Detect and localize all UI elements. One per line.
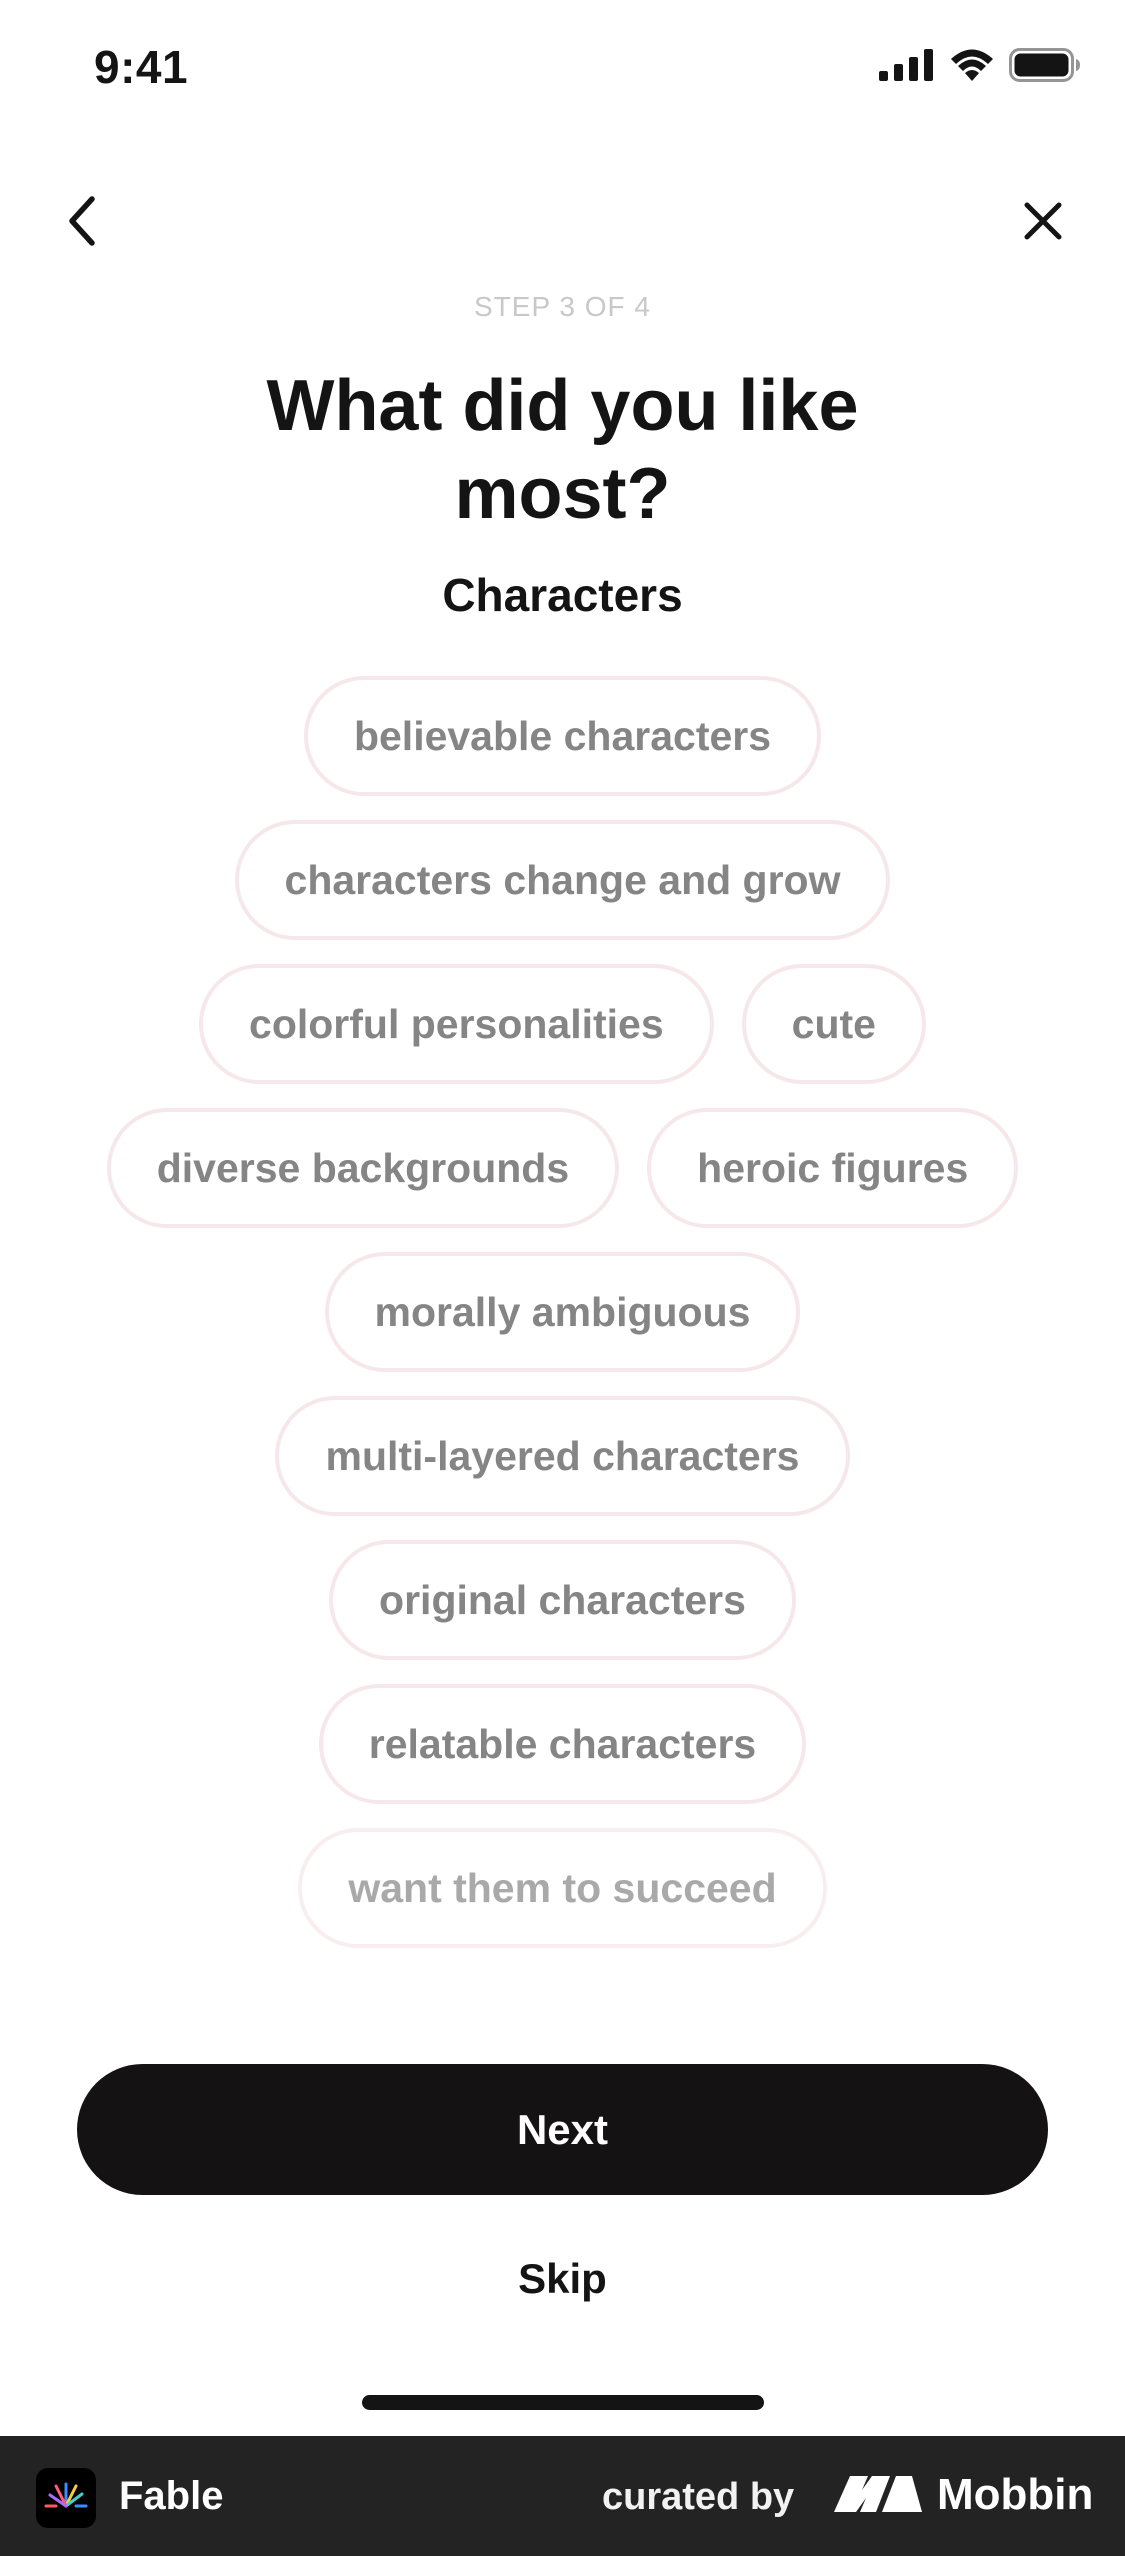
chip-row: diverse backgrounds heroic figures — [106, 1108, 1019, 1228]
status-bar: 9:41 — [0, 0, 1125, 140]
tag-chip-characters-change-and-grow[interactable]: characters change and grow — [234, 820, 891, 940]
wifi-icon — [949, 48, 995, 82]
tag-chip-heroic-figures[interactable]: heroic figures — [647, 1108, 1019, 1228]
chip-row: characters change and grow — [234, 820, 891, 940]
tag-chip-colorful-personalities[interactable]: colorful personalities — [199, 964, 714, 1084]
back-button[interactable] — [46, 185, 118, 257]
tag-chip-multi-layered-characters[interactable]: multi-layered characters — [275, 1396, 850, 1516]
home-indicator — [362, 2395, 764, 2410]
chip-row: relatable characters — [318, 1684, 807, 1804]
tag-chip-cute[interactable]: cute — [741, 964, 926, 1084]
chevron-left-icon — [62, 193, 102, 249]
chip-row: believable characters — [303, 676, 822, 796]
app-logo-icon — [36, 2468, 96, 2528]
step-indicator: STEP 3 OF 4 — [474, 291, 651, 322]
tag-chip-believable-characters[interactable]: believable characters — [303, 676, 822, 796]
tag-chip-original-characters[interactable]: original characters — [329, 1540, 796, 1660]
curated-by-label: curated by — [602, 2476, 795, 2518]
next-button[interactable]: Next — [77, 2064, 1048, 2195]
signal-icon — [879, 49, 935, 81]
category-heading: Characters — [442, 569, 683, 621]
chip-row: want them to succeed — [298, 1828, 827, 1948]
tag-chip-list: believable characters characters change … — [60, 676, 1065, 1948]
tag-chip-morally-ambiguous[interactable]: morally ambiguous — [324, 1252, 801, 1372]
app-name: Fable — [119, 2474, 224, 2518]
chip-row: morally ambiguous — [324, 1252, 801, 1372]
page-title-text: What did you like most? — [266, 366, 859, 534]
chip-row: original characters — [329, 1540, 796, 1660]
status-time: 9:41 — [94, 41, 189, 93]
chip-row: multi-layered characters — [275, 1396, 850, 1516]
close-icon — [1021, 199, 1065, 243]
page-title: What did you like most? — [0, 362, 1125, 538]
close-button[interactable] — [1007, 185, 1079, 257]
status-icons — [879, 48, 1081, 82]
mobbin-logo-icon — [832, 2472, 924, 2521]
skip-button[interactable]: Skip — [0, 2255, 1125, 2303]
tag-chip-want-them-to-succeed[interactable]: want them to succeed — [298, 1828, 827, 1948]
mobbin-brand-name: Mobbin — [937, 2470, 1094, 2519]
tag-chip-relatable-characters[interactable]: relatable characters — [318, 1684, 807, 1804]
tag-chip-diverse-backgrounds[interactable]: diverse backgrounds — [106, 1108, 620, 1228]
battery-icon — [1009, 48, 1081, 82]
footer-bar: Fable curated by Mobbin — [0, 2436, 1125, 2556]
chip-row: colorful personalities cute — [199, 964, 926, 1084]
